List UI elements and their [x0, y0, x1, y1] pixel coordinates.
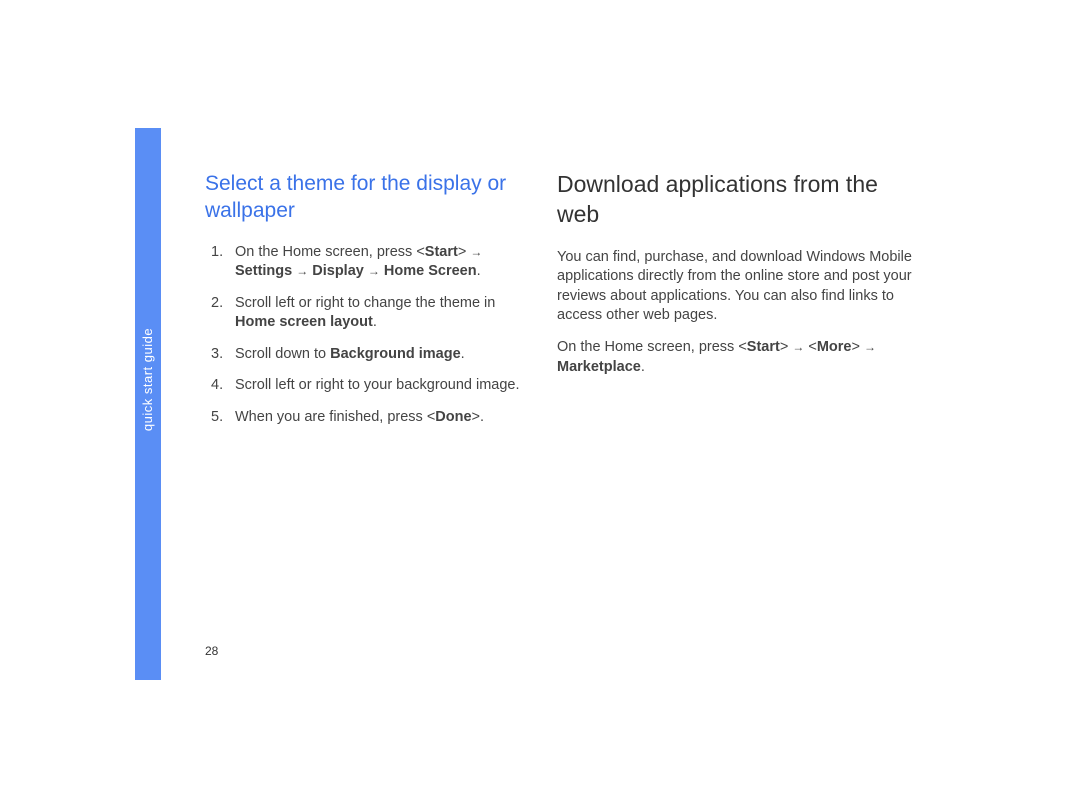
left-column: Select a theme for the display or wallpa… — [205, 170, 547, 680]
right-column: Download applications from the web You c… — [547, 170, 917, 680]
page-number: 28 — [205, 644, 218, 658]
steps-list: On the Home screen, press <Start> → Sett… — [205, 243, 527, 428]
step-5: When you are finished, press <Done>. — [205, 408, 527, 428]
step-3: Scroll down to Background image. — [205, 345, 527, 365]
arrow-icon: → — [792, 339, 804, 355]
heading-select-theme: Select a theme for the display or wallpa… — [205, 170, 527, 225]
arrow-icon: → — [470, 244, 482, 260]
content-area: Select a theme for the display or wallpa… — [161, 128, 945, 680]
arrow-icon: → — [296, 263, 308, 279]
arrow-icon: → — [864, 339, 876, 355]
page-container: quick start guide Select a theme for the… — [135, 128, 945, 680]
intro-paragraph: You can find, purchase, and download Win… — [557, 248, 917, 326]
sidebar-label: quick start guide — [141, 328, 156, 431]
step-4: Scroll left or right to your background … — [205, 376, 527, 396]
arrow-icon: → — [368, 263, 380, 279]
step-2: Scroll left or right to change the theme… — [205, 294, 527, 333]
marketplace-instruction: On the Home screen, press <Start> → <Mor… — [557, 338, 917, 377]
heading-download-apps: Download applications from the web — [557, 170, 917, 230]
sidebar-tab: quick start guide — [135, 128, 161, 680]
step-1: On the Home screen, press <Start> → Sett… — [205, 243, 527, 282]
